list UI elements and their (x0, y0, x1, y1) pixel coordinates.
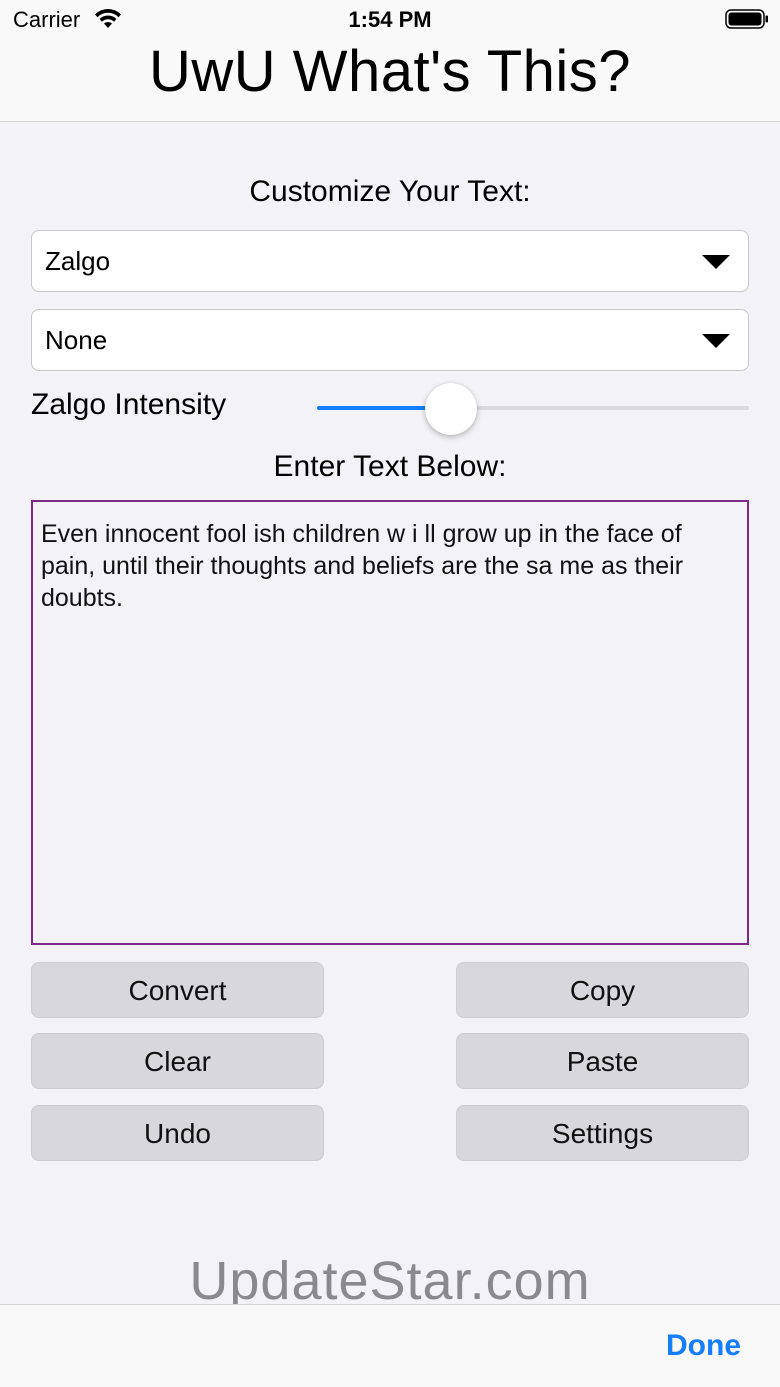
convert-button[interactable]: Convert (31, 962, 324, 1018)
watermark: UpdateStar.com (189, 1251, 591, 1311)
style-dropdown-value: Zalgo (45, 246, 111, 276)
style-dropdown[interactable]: Zalgo (31, 230, 749, 292)
undo-button[interactable]: Undo (31, 1105, 324, 1161)
settings-button[interactable]: Settings (456, 1105, 749, 1161)
triangle-down-icon (702, 334, 730, 348)
intensity-slider[interactable] (317, 383, 749, 435)
bottom-toolbar: Done (0, 1304, 780, 1387)
secondary-style-dropdown-value: None (45, 325, 108, 355)
header: Carrier 1:54 PM UwU What's This? (0, 0, 780, 122)
customize-label: Customize Your Text: (249, 175, 531, 208)
secondary-style-dropdown[interactable]: None (31, 309, 749, 371)
clock: 1:54 PM (348, 7, 432, 32)
app-title: UwU What's This? (148, 39, 632, 104)
status-bar: Carrier 1:54 PM (0, 0, 780, 40)
copy-button[interactable]: Copy (456, 962, 749, 1018)
text-input[interactable]: Even innocent fool ish children w i ll g… (31, 500, 749, 945)
clear-button[interactable]: Clear (31, 1033, 324, 1089)
triangle-down-icon (702, 255, 730, 269)
slider-thumb[interactable] (424, 383, 477, 435)
done-button[interactable]: Done (666, 1329, 741, 1363)
intensity-label: Zalgo Intensity (31, 388, 227, 421)
paste-button[interactable]: Paste (456, 1033, 749, 1089)
enter-text-label: Enter Text Below: (273, 450, 507, 483)
battery-icon (725, 9, 768, 29)
